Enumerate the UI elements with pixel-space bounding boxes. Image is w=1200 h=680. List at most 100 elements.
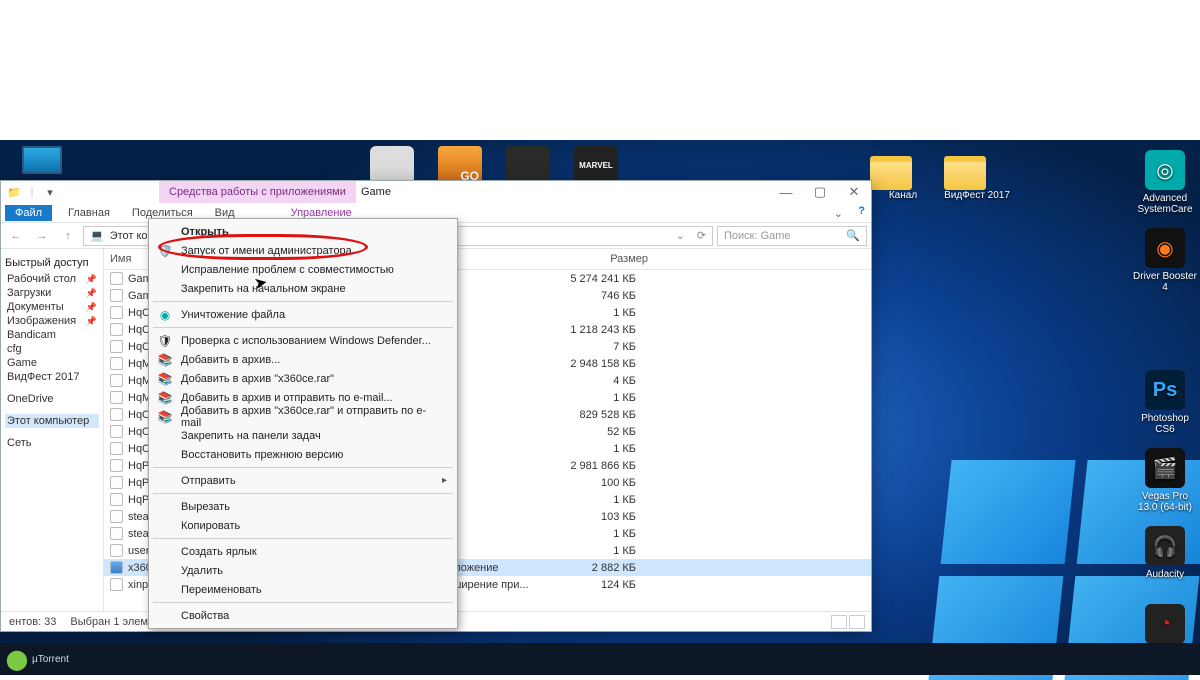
desktop-shortcut[interactable]: ◉Driver Booster 4: [1132, 228, 1198, 293]
ribbon-file[interactable]: Файл: [5, 205, 52, 221]
titlebar[interactable]: 📁 | ▾ Средства работы с приложениями Gam…: [1, 181, 871, 203]
view-large-icon[interactable]: [849, 615, 865, 629]
nav-fwd-icon[interactable]: →: [31, 225, 53, 247]
status-count: ентов: 33: [9, 616, 56, 628]
quick-access-header[interactable]: Быстрый доступ: [5, 257, 99, 269]
ctx-open[interactable]: Открыть: [151, 222, 455, 241]
iobit-icon: ◉: [157, 307, 173, 323]
file-icon: [110, 544, 123, 557]
app-icon-warframe[interactable]: [370, 146, 414, 184]
file-icon: [110, 357, 123, 370]
separator: [153, 538, 453, 539]
qat-button[interactable]: ▾: [43, 185, 57, 199]
winrar-icon: 📚: [157, 371, 173, 387]
ctx-run-as-admin[interactable]: 🛡️Запуск от имени администратора: [151, 241, 455, 260]
quick-access-toolbar: 📁 | ▾: [1, 185, 63, 199]
col-size[interactable]: Размер: [554, 251, 654, 267]
ribbon-home[interactable]: Главная: [58, 205, 120, 221]
desktop-folder[interactable]: Канал: [870, 156, 936, 201]
file-icon: [110, 476, 123, 489]
desktop-shortcut[interactable]: 🎧Audacity: [1132, 526, 1198, 580]
ctx-rename[interactable]: Переименовать: [151, 580, 455, 599]
nav-up-icon[interactable]: ↑: [57, 225, 79, 247]
sidebar-network[interactable]: Сеть: [5, 436, 99, 450]
desktop-folder[interactable]: ВидФест 2017: [944, 156, 1010, 201]
sidebar-onedrive[interactable]: OneDrive: [5, 392, 99, 406]
ctx-pin-taskbar[interactable]: Закрепить на панели задач: [151, 426, 455, 445]
app-icon-marvel[interactable]: MARVEL: [574, 146, 618, 184]
folder-label: ВидФест 2017: [944, 190, 1010, 201]
taskbar-utorrent[interactable]: ⬤: [0, 643, 34, 675]
minimize-button[interactable]: —: [769, 181, 803, 203]
ctx-delete[interactable]: Удалить: [151, 561, 455, 580]
ctx-defender[interactable]: 🛡Проверка с использованием Windows Defen…: [151, 331, 455, 350]
ctx-cut[interactable]: Вырезать: [151, 497, 455, 516]
file-icon: [110, 272, 123, 285]
separator: [153, 327, 453, 328]
nav-pane: Быстрый доступ Рабочий стол📌Загрузки📌Док…: [1, 249, 103, 611]
desktop-shortcut[interactable]: PsPhotoshop CS6: [1132, 370, 1198, 435]
ctx-shortcut[interactable]: Создать ярлык: [151, 542, 455, 561]
sidebar-thispc[interactable]: Этот компьютер: [5, 414, 99, 428]
file-icon: [110, 459, 123, 472]
window-title: Game: [349, 181, 403, 203]
ribbon-expand-icon[interactable]: ⌄: [834, 207, 843, 220]
maximize-button[interactable]: ▢: [803, 181, 837, 203]
exe-icon: [110, 561, 123, 574]
help-icon[interactable]: ?: [858, 205, 865, 217]
sidebar-item[interactable]: Загрузки📌: [5, 286, 99, 300]
search-input[interactable]: Поиск: Game 🔍: [717, 226, 867, 246]
separator: [153, 467, 453, 468]
file-icon: [110, 391, 123, 404]
file-icon: [110, 425, 123, 438]
sidebar-item[interactable]: Рабочий стол📌: [5, 272, 99, 286]
sidebar-item[interactable]: Документы📌: [5, 300, 99, 314]
ctx-restore[interactable]: Восстановить прежнюю версию: [151, 445, 455, 464]
context-menu: Открыть 🛡️Запуск от имени администратора…: [148, 218, 458, 629]
file-icon: [110, 289, 123, 302]
separator: [153, 493, 453, 494]
file-icon: [110, 527, 123, 540]
sidebar-item[interactable]: Game: [5, 356, 99, 370]
winrar-icon: 📚: [157, 390, 173, 406]
sidebar-item[interactable]: Изображения📌: [5, 314, 99, 328]
sidebar-item[interactable]: Bandicam: [5, 328, 99, 342]
search-icon: 🔍: [846, 229, 860, 242]
close-button[interactable]: ✕: [837, 181, 871, 203]
nav-back-icon[interactable]: ←: [5, 225, 27, 247]
taskbar[interactable]: ⬤ µTorrent: [0, 643, 1200, 675]
desktop-shortcut[interactable]: ◎Advanced SystemCare: [1132, 150, 1198, 215]
file-icon: [110, 578, 123, 591]
separator: [153, 301, 453, 302]
refresh-icon[interactable]: ⟳: [697, 229, 706, 242]
ctx-pin-start[interactable]: Закрепить на начальном экране: [151, 279, 455, 298]
ctx-copy[interactable]: Копировать: [151, 516, 455, 535]
shield-icon: 🛡️: [157, 243, 173, 259]
app-icon-game1[interactable]: [506, 146, 550, 184]
view-details-icon[interactable]: [831, 615, 847, 629]
ctx-add-rar[interactable]: 📚Добавить в архив "x360ce.rar": [151, 369, 455, 388]
ctx-send-to[interactable]: Отправить: [151, 471, 455, 490]
app-icon-csgo[interactable]: GO: [438, 146, 482, 184]
file-icon: [110, 306, 123, 319]
desktop-shortcut[interactable]: 🎬Vegas Pro 13.0 (64-bit): [1132, 448, 1198, 513]
letterbox-top: [0, 0, 1200, 140]
separator: [153, 602, 453, 603]
winrar-icon: 📚: [157, 409, 173, 425]
file-icon: [110, 442, 123, 455]
ctx-properties[interactable]: Свойства: [151, 606, 455, 625]
sidebar-item[interactable]: cfg: [5, 342, 99, 356]
file-icon: [110, 374, 123, 387]
folder-icon: 📁: [7, 185, 21, 199]
ctx-destroy[interactable]: ◉Уничтожение файла: [151, 305, 455, 324]
ctx-add-rar-email[interactable]: 📚Добавить в архив "x360ce.rar" и отправи…: [151, 407, 455, 426]
file-icon: [110, 340, 123, 353]
file-icon: [110, 323, 123, 336]
dropdown-icon[interactable]: ⌄: [676, 229, 685, 242]
file-icon: [110, 493, 123, 506]
winrar-icon: 📚: [157, 352, 173, 368]
ctx-add-archive[interactable]: 📚Добавить в архив...: [151, 350, 455, 369]
contextual-tab[interactable]: Средства работы с приложениями: [159, 181, 356, 203]
ctx-compat[interactable]: Исправление проблем с совместимостью: [151, 260, 455, 279]
sidebar-item[interactable]: ВидФест 2017: [5, 370, 99, 384]
